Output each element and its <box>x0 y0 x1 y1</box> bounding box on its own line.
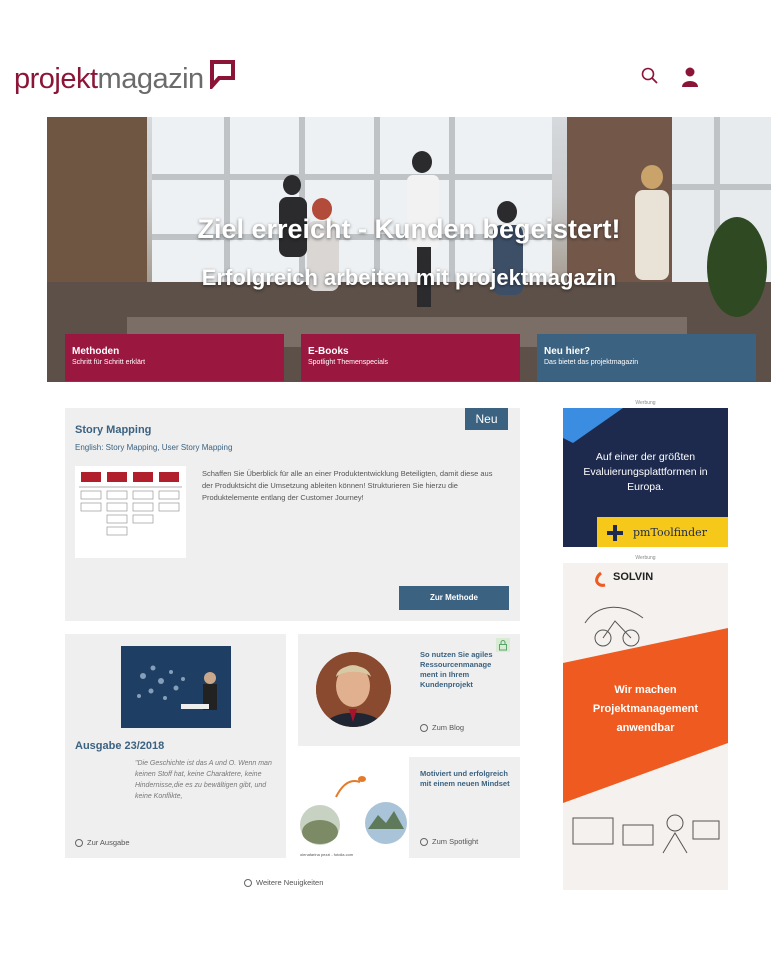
arrow-circle-icon <box>420 837 428 846</box>
image-credit: olenafarina pezzi - fotolia.com <box>300 852 354 857</box>
method-subtitle: English: Story Mapping, User Story Mappi… <box>75 443 233 452</box>
arrow-circle-icon <box>244 878 252 887</box>
hero-subtitle: Erfolgreich arbeiten mit projektmagazin <box>201 265 617 290</box>
method-title[interactable]: Story Mapping <box>75 424 151 436</box>
issue-title[interactable]: Ausgabe 23/2018 <box>75 740 164 752</box>
issue-quote: "Die Geschichte ist das A und O. Wenn ma… <box>135 760 272 800</box>
method-description: Schaffen Sie Überblick für alle an einer… <box>202 469 493 502</box>
weitere-neuigkeiten-link[interactable]: Weitere Neuigkeiten <box>244 878 323 887</box>
ad-solvin[interactable]: SOLVIN Wir machen Projektmanagement anwe… <box>563 563 728 890</box>
ad2-text: Wir machen Projektmanagement anwendbar <box>592 684 699 734</box>
user-icon[interactable] <box>681 66 699 88</box>
ad-label: Werbung <box>635 400 656 406</box>
tile-title: Methoden <box>72 346 120 357</box>
search-icon[interactable] <box>640 66 660 86</box>
tile-methoden[interactable]: Methoden Schritt für Schritt erklärt <box>65 334 284 381</box>
zum-spotlight-link[interactable]: Zum Spotlight <box>420 837 478 846</box>
blog-card: So nutzen Sie agiles Ressourcenmanage me… <box>298 634 520 746</box>
arrow-circle-icon <box>420 723 428 732</box>
logo-speech-bubble-icon <box>209 60 235 89</box>
ad1-footer: pmToolfinder <box>597 517 728 547</box>
tile-subtitle: Spotlight Themenspecials <box>308 359 389 366</box>
arrow-circle-icon <box>75 838 83 847</box>
zur-methode-button[interactable]: Zur Methode <box>399 586 509 610</box>
ad1-text: Auf einer der größten Evaluierungsplattf… <box>583 451 708 493</box>
tile-title: E-Books <box>308 346 349 357</box>
issue-card: Ausgabe 23/2018 "Die Geschichte ist das … <box>65 634 286 858</box>
new-badge: Neu <box>465 408 508 430</box>
site-logo[interactable]: projektmagazin <box>14 57 237 101</box>
puzzle-icon <box>607 525 623 541</box>
tile-subtitle: Schritt für Schritt erklärt <box>72 359 146 366</box>
tile-ebooks[interactable]: E-Books Spotlight Themenspecials <box>301 334 520 381</box>
issue-cover-image <box>121 646 231 728</box>
author-avatar <box>316 652 391 727</box>
ad-pmtoolfinder[interactable]: Auf einer der größten Evaluierungsplattf… <box>563 408 728 547</box>
story-map-illustration <box>75 466 186 558</box>
ad-label: Werbung <box>635 555 656 561</box>
zur-ausgabe-link[interactable]: Zur Ausgabe <box>75 838 130 847</box>
spotlight-title[interactable]: Motiviert und erfolgreich mit einem neue… <box>420 769 510 789</box>
fishbowl-illustration <box>298 757 409 858</box>
solvin-logo: SOLVIN <box>613 571 654 583</box>
tile-subtitle: Das bietet das projektmagazin <box>544 359 639 366</box>
logo-wordmark: projektmagazin <box>14 62 204 95</box>
zum-blog-link[interactable]: Zum Blog <box>420 723 464 732</box>
tile-neu-hier[interactable]: Neu hier? Das bietet das projektmagazin <box>537 334 756 381</box>
pmtoolfinder-logo: pmToolfinder <box>633 526 707 539</box>
blog-title[interactable]: So nutzen Sie agiles Ressourcenmanage me… <box>420 650 510 690</box>
method-card: Neu Story Mapping English: Story Mapping… <box>65 408 520 621</box>
tile-title: Neu hier? <box>544 346 591 357</box>
spotlight-image: olenafarina pezzi - fotolia.com <box>298 757 409 858</box>
spotlight-card: olenafarina pezzi - fotolia.com Motivier… <box>298 757 520 858</box>
hero-title: Ziel erreicht - Kunden begeistert! <box>197 214 621 244</box>
